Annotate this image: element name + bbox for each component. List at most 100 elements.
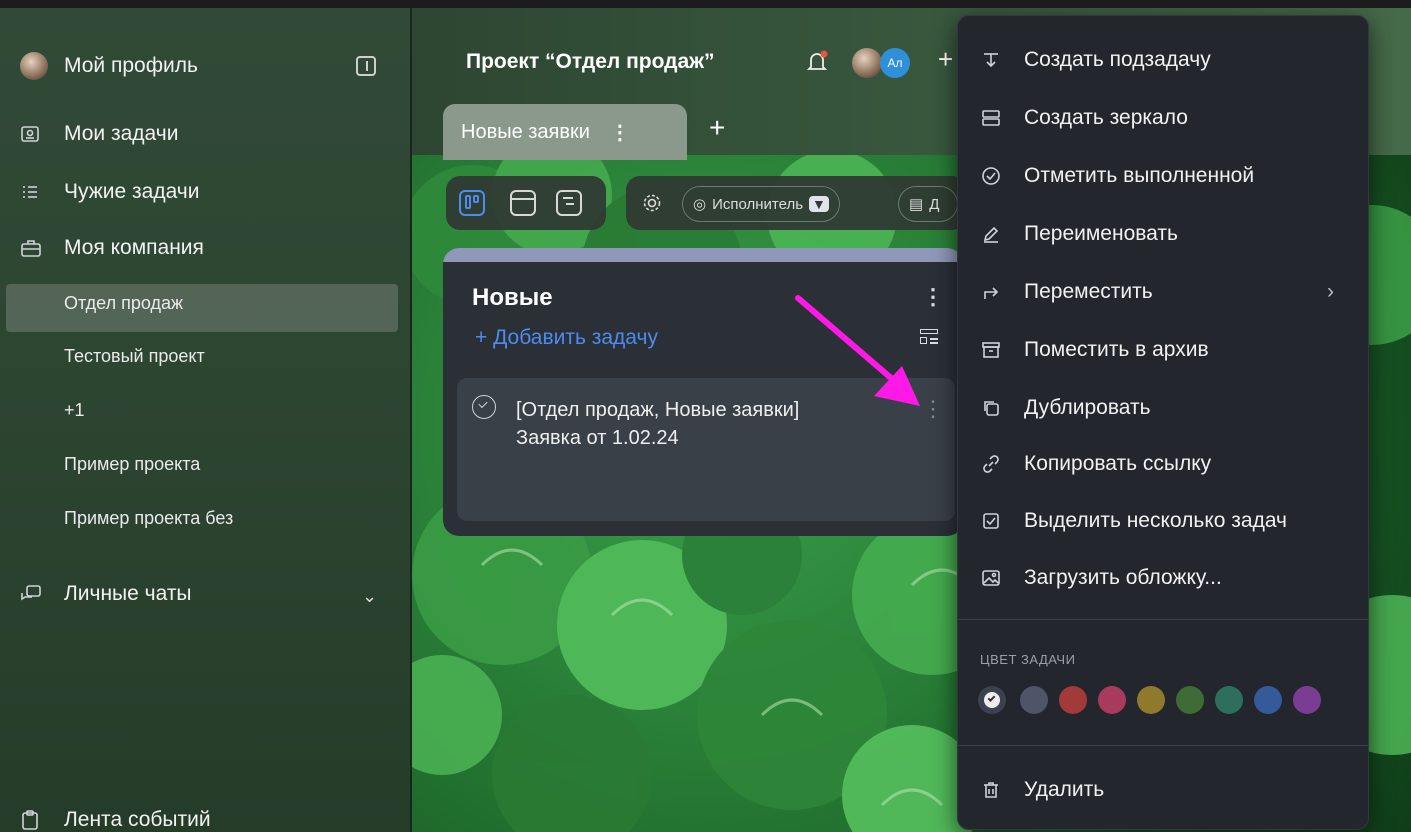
sidebar-item-label: Моя компания bbox=[64, 236, 204, 259]
list-icon bbox=[20, 182, 48, 202]
menu-item-upload-cover[interactable]: Загрузить обложку... bbox=[978, 566, 1358, 590]
image-icon bbox=[978, 566, 1004, 590]
task-title-line2: Заявка от 1.02.24 bbox=[516, 427, 679, 449]
check-circle-icon bbox=[978, 164, 1004, 188]
sidebar-item-label: Чужие задачи bbox=[64, 180, 200, 203]
complete-check-icon[interactable] bbox=[472, 395, 496, 419]
color-swatch-teal[interactable] bbox=[1215, 686, 1243, 714]
timeline-view-icon[interactable] bbox=[556, 190, 582, 216]
clipboard-icon bbox=[20, 809, 48, 831]
kanban-view-icon[interactable] bbox=[459, 190, 485, 216]
task-title-line1: [Отдел продаж, Новые заявки] bbox=[516, 399, 800, 421]
color-swatch-purple[interactable] bbox=[1293, 686, 1321, 714]
tab-menu-icon[interactable]: ⋮ bbox=[610, 120, 630, 145]
menu-item-move[interactable]: Переместить › bbox=[978, 280, 1358, 304]
sidebar-project-plus-one[interactable]: +1 bbox=[64, 400, 85, 421]
chevron-down-icon[interactable]: ⌄ bbox=[362, 586, 377, 607]
sidebar-project-test[interactable]: Тестовый проект bbox=[64, 346, 205, 367]
pencil-icon bbox=[978, 222, 1004, 246]
user-circle-icon: ◎ bbox=[693, 196, 707, 213]
color-swatch-yellow[interactable] bbox=[1137, 686, 1165, 714]
member-avatar[interactable] bbox=[852, 48, 882, 78]
move-arrow-icon bbox=[978, 280, 1004, 304]
column-title: Новые bbox=[472, 284, 553, 311]
menu-item-label: Переместить bbox=[1024, 280, 1153, 303]
page-title: Проект “Отдел продаж” bbox=[466, 50, 715, 73]
sidebar-item-label: Мои задачи bbox=[64, 122, 179, 145]
subtask-icon bbox=[978, 48, 1004, 72]
date-chip-label: Д bbox=[929, 195, 940, 213]
collapse-sidebar-icon[interactable] bbox=[356, 56, 376, 76]
chevron-right-icon: › bbox=[1327, 280, 1334, 303]
menu-divider bbox=[958, 745, 1368, 746]
context-menu: Создать подзадачу Создать зеркало Отмети… bbox=[957, 15, 1369, 830]
calendar-icon: ▤ bbox=[909, 196, 924, 213]
archive-icon bbox=[978, 338, 1004, 362]
color-swatch-blue[interactable] bbox=[1254, 686, 1282, 714]
menu-item-rename[interactable]: Переименовать bbox=[978, 222, 1358, 246]
menu-item-label: Копировать ссылку bbox=[1024, 452, 1212, 475]
menu-item-create-mirror[interactable]: Создать зеркало bbox=[978, 106, 1358, 130]
chat-icon bbox=[20, 584, 48, 604]
task-title: [Отдел продаж, Новые заявки] Заявка от 1… bbox=[516, 396, 799, 452]
menu-item-label: Отметить выполненной bbox=[1024, 164, 1255, 187]
menu-item-label: Создать зеркало bbox=[1024, 106, 1188, 129]
copy-icon bbox=[978, 396, 1004, 420]
sidebar-item-others-tasks[interactable]: Чужие задачи bbox=[20, 180, 199, 204]
profile-avatar-icon bbox=[20, 52, 48, 80]
menu-item-label: Загрузить обложку... bbox=[1024, 566, 1222, 589]
color-swatch-selected[interactable] bbox=[978, 686, 1006, 714]
trash-icon bbox=[978, 778, 1004, 802]
color-swatch-crimson[interactable] bbox=[1098, 686, 1126, 714]
executor-chip-label: Исполнитель bbox=[712, 195, 804, 213]
menu-item-label: Переименовать bbox=[1024, 222, 1178, 245]
add-tab-button[interactable]: + bbox=[709, 112, 725, 144]
sidebar-project-example[interactable]: Пример проекта bbox=[64, 454, 200, 475]
sidebar-item-chats[interactable]: Личные чаты bbox=[20, 582, 192, 606]
mirror-icon bbox=[978, 106, 1004, 130]
menu-item-mark-done[interactable]: Отметить выполненной bbox=[978, 164, 1358, 188]
menu-item-label: Создать подзадачу bbox=[1024, 48, 1211, 71]
sidebar-item-company[interactable]: Моя компания bbox=[20, 236, 204, 260]
color-swatch-red[interactable] bbox=[1059, 686, 1087, 714]
menu-item-create-subtask[interactable]: Создать подзадачу bbox=[978, 48, 1358, 72]
menu-item-label: Выделить несколько задач bbox=[1024, 509, 1287, 532]
menu-item-delete[interactable]: Удалить bbox=[978, 778, 1358, 802]
sidebar-item-feed[interactable]: Лента событий bbox=[20, 808, 211, 832]
color-swatch-gray[interactable] bbox=[1020, 686, 1048, 714]
column-color-bar bbox=[443, 248, 963, 262]
task-color-label: ЦВЕТ ЗАДАЧИ bbox=[980, 652, 1076, 667]
checkbox-icon bbox=[978, 509, 1004, 533]
sidebar-item-my-tasks[interactable]: Мои задачи bbox=[20, 122, 178, 146]
sidebar-item-profile[interactable]: Мой профиль bbox=[20, 52, 198, 80]
executor-filter-chip[interactable]: ◎ Исполнитель ▼ bbox=[682, 186, 840, 222]
color-swatch-green[interactable] bbox=[1176, 686, 1204, 714]
gear-icon[interactable] bbox=[641, 192, 663, 219]
menu-item-archive[interactable]: Поместить в архив bbox=[978, 338, 1358, 362]
date-filter-chip[interactable]: ▤ Д bbox=[898, 186, 958, 222]
menu-divider bbox=[958, 619, 1368, 620]
menu-item-copy-link[interactable]: Копировать ссылку bbox=[978, 452, 1358, 476]
annotation-arrow bbox=[795, 295, 920, 406]
sidebar-item-label: Мой профиль bbox=[64, 54, 198, 77]
add-member-button[interactable]: + bbox=[938, 44, 953, 75]
tab-new-requests[interactable]: Новые заявки ⋮ bbox=[443, 104, 687, 160]
sidebar-project-sales[interactable]: Отдел продаж bbox=[64, 293, 183, 314]
menu-item-duplicate[interactable]: Дублировать bbox=[978, 396, 1358, 420]
link-icon bbox=[978, 452, 1004, 476]
menu-item-label: Поместить в архив bbox=[1024, 338, 1209, 361]
sidebar-item-label: Личные чаты bbox=[64, 582, 192, 605]
add-task-button[interactable]: + Добавить задачу bbox=[475, 326, 658, 350]
menu-item-label: Дублировать bbox=[1024, 396, 1151, 419]
sidebar-project-example-without[interactable]: Пример проекта без bbox=[64, 508, 233, 529]
calendar-view-icon[interactable] bbox=[510, 190, 536, 216]
briefcase-icon bbox=[20, 238, 48, 258]
window-top-edge bbox=[0, 0, 1411, 8]
menu-item-select-multiple[interactable]: Выделить несколько задач bbox=[978, 509, 1358, 533]
sidebar-item-label: Лента событий bbox=[64, 808, 211, 831]
bell-icon[interactable] bbox=[806, 50, 828, 79]
menu-item-label: Удалить bbox=[1024, 778, 1105, 801]
member-avatar-initials[interactable]: Ал bbox=[880, 48, 910, 78]
tab-label: Новые заявки bbox=[461, 120, 590, 143]
filter-icon: ▼ bbox=[809, 196, 829, 212]
